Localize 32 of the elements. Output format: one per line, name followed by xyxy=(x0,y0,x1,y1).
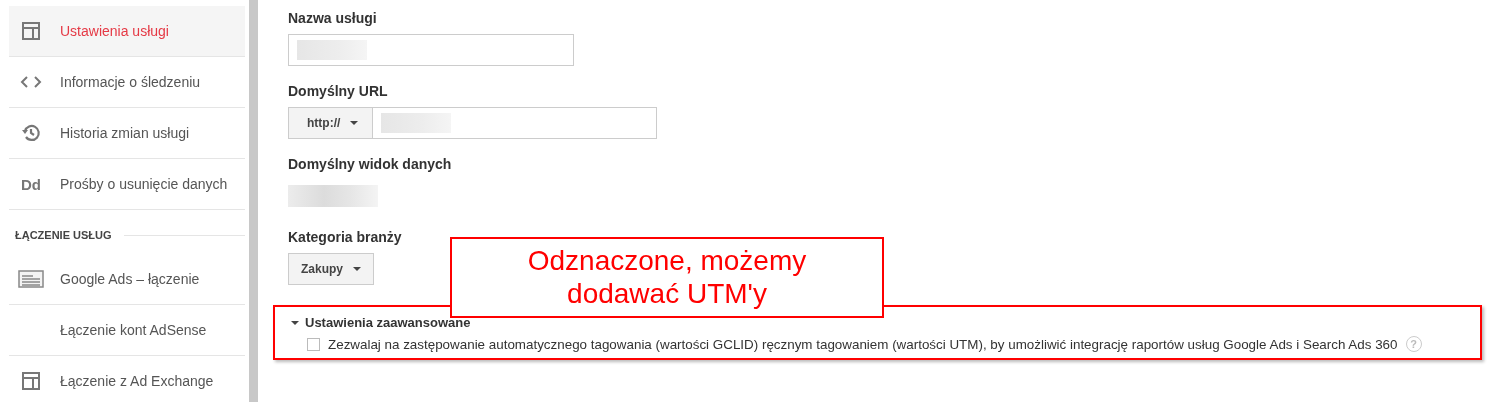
annotation-callout: Odznaczone, możemy dodawać UTM'y xyxy=(450,237,884,318)
caret-icon xyxy=(291,318,299,327)
sidebar-item[interactable]: Google Ads – łączenie xyxy=(9,254,245,305)
field-label: Kategoria branży xyxy=(288,229,402,245)
layout-icon xyxy=(21,371,41,391)
scrollbar[interactable] xyxy=(249,0,258,402)
field-label: Nazwa usługi xyxy=(288,10,377,26)
sidebar-item[interactable]: Dd Prośby o usunięcie danych xyxy=(9,159,245,210)
caret-icon xyxy=(353,267,361,271)
advanced-settings-toggle[interactable]: Ustawienia zaawansowane xyxy=(291,315,1470,330)
sidebar-item[interactable]: Łączenie kont AdSense xyxy=(9,305,245,356)
name-field[interactable] xyxy=(288,34,574,66)
ad-layout-icon xyxy=(18,270,44,288)
field-label: Domyślny URL xyxy=(288,83,388,99)
sidebar-item[interactable]: Łączenie z Ad Exchange xyxy=(9,356,245,402)
layout-icon xyxy=(21,21,41,41)
blurred-value xyxy=(381,113,452,133)
history-icon xyxy=(21,123,41,143)
checkbox[interactable] xyxy=(307,337,320,351)
code-icon xyxy=(20,75,42,89)
section-heading: ŁĄCZENIE USŁUG xyxy=(15,229,112,241)
category-dropdown[interactable]: Zakupy xyxy=(288,253,374,285)
blurred-value xyxy=(297,40,367,60)
checkbox-label: Zezwalaj na zastępowanie automatycznego tagowania (wartości GCLID) ręcznym tagowaniem (wartości UTM), by umożliwić integrację raportów usług Google Ads i Search Ads 360 xyxy=(328,336,1398,352)
sidebar-item[interactable]: Ustawienia usługi xyxy=(9,6,245,57)
protocol-dropdown[interactable]: http:// xyxy=(288,107,374,139)
sidebar-item[interactable]: Informacje o śledzeniu xyxy=(9,57,245,108)
sidebar-item[interactable]: Historia zmian usługi xyxy=(9,108,245,159)
text-icon: Dd xyxy=(18,175,44,193)
caret-icon xyxy=(350,121,359,125)
url-field[interactable] xyxy=(373,107,658,139)
field-label: Domyślny widok danych xyxy=(288,156,452,172)
